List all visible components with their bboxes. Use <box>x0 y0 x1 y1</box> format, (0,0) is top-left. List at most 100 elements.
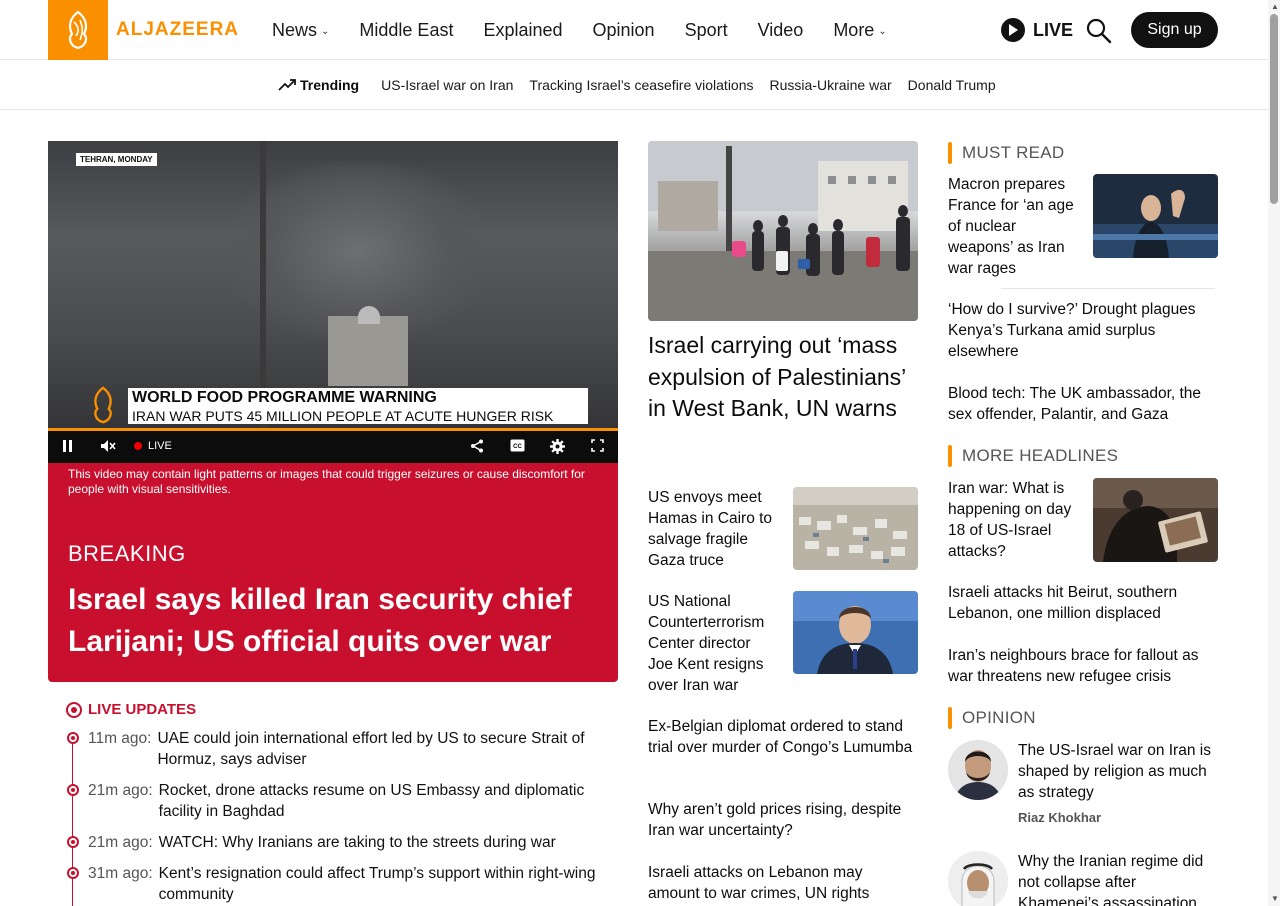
live-video-player[interactable]: TEHRAN, MONDAY WORLD FOOD PROGRAMME WARN… <box>48 141 618 463</box>
author-name[interactable]: Riaz Khokhar <box>1018 810 1101 825</box>
mute-icon[interactable] <box>100 439 116 456</box>
nav-label: More <box>833 19 875 40</box>
opinion-headline[interactable]: The US-Israel war on Iran is shaped by r… <box>1018 740 1218 803</box>
story-link[interactable]: ‘How do I survive?’ Drought plagues Keny… <box>948 299 1218 362</box>
nav-label: Video <box>757 19 804 40</box>
nav-item-video[interactable]: Video <box>758 20 804 41</box>
author-avatar <box>948 851 1008 906</box>
story-thumbnail[interactable] <box>793 487 918 570</box>
live-label: LIVE <box>1033 19 1074 40</box>
main-nav: News ⌄ Middle East Explained Opinion Spor… <box>272 0 917 60</box>
trending-bar: Trending US-Israel war on Iran Tracking … <box>0 61 1268 110</box>
breaking-news-card[interactable]: This video may contain light patterns or… <box>48 463 618 682</box>
nav-item-explained[interactable]: Explained <box>483 20 562 41</box>
live-updates-label: LIVE UPDATES <box>88 701 197 718</box>
live-button[interactable]: LIVE <box>1001 18 1073 42</box>
fullscreen-icon[interactable] <box>591 439 604 455</box>
section-label: OPINION <box>962 708 1036 727</box>
share-icon[interactable] <box>470 439 484 456</box>
update-text[interactable]: UAE could join international effort led … <box>157 728 597 770</box>
section-accent-bar <box>948 445 952 467</box>
video-controls: LIVE CC <box>48 431 618 463</box>
scroll-down-icon[interactable]: ▼ <box>1271 894 1279 903</box>
timeline-dot-icon <box>67 867 79 879</box>
seizure-warning: This video may contain light patterns or… <box>68 467 585 496</box>
play-icon <box>1001 18 1025 42</box>
update-time: 11m ago: <box>88 730 152 747</box>
story-card[interactable]: US envoys meet Hamas in Cairo to salvage… <box>648 487 918 571</box>
video-dome <box>358 306 380 324</box>
story-link[interactable]: Israeli attacks on Lebanon may amount to… <box>648 862 918 904</box>
nav-label: Middle East <box>359 19 454 40</box>
trending-up-icon <box>278 79 296 91</box>
update-time: 21m ago: <box>88 834 153 851</box>
update-text[interactable]: WATCH: Why Iranians are taking to the st… <box>159 832 599 853</box>
page-scrollbar[interactable]: ▲ ▼ <box>1268 0 1280 906</box>
nav-item-more[interactable]: More ⌄ <box>833 20 886 41</box>
breaking-headline[interactable]: Israel says killed Iran security chief L… <box>68 579 598 663</box>
trending-link[interactable]: Tracking Israel’s ceasefire violations <box>529 77 753 93</box>
live-update-item[interactable]: 11m ago: UAE could join international ef… <box>66 728 616 770</box>
live-dot-icon <box>134 442 142 450</box>
pause-icon[interactable] <box>62 439 74 456</box>
live-pulse-icon <box>66 701 82 718</box>
brand-wordmark[interactable]: ALJAZEERA <box>116 19 239 41</box>
story-thumbnail[interactable] <box>1093 174 1218 258</box>
trending-link[interactable]: Donald Trump <box>908 77 996 93</box>
update-time: 21m ago: <box>88 782 153 799</box>
settings-gear-icon[interactable] <box>550 439 565 457</box>
lead-story-headline[interactable]: Israel carrying out ‘mass expulsion of P… <box>648 330 918 425</box>
more-headlines-lead[interactable]: Iran war: What is happening on day 18 of… <box>948 478 1218 562</box>
video-headline-bottom: IRAN WAR PUTS 45 MILLION PEOPLE AT ACUTE… <box>128 408 588 424</box>
nav-item-news[interactable]: News ⌄ <box>272 20 329 41</box>
story-thumbnail[interactable] <box>1093 478 1218 562</box>
live-indicator-label: LIVE <box>148 440 172 452</box>
live-indicator: LIVE <box>134 440 172 452</box>
live-update-item[interactable]: 31m ago: Kent’s resignation could affect… <box>66 863 616 905</box>
story-thumbnail[interactable] <box>793 591 918 674</box>
trending-text: Trending <box>300 77 360 93</box>
story-link[interactable]: Ex-Belgian diplomat ordered to stand tri… <box>648 716 918 758</box>
update-text[interactable]: Kent’s resignation could affect Trump’s … <box>159 863 599 905</box>
trending-link[interactable]: US-Israel war on Iran <box>381 77 513 93</box>
author-avatar <box>948 740 1008 800</box>
chevron-down-icon: ⌄ <box>321 25 330 37</box>
story-headline[interactable]: US National Counterterrorism Center dire… <box>648 591 778 696</box>
story-card[interactable]: US National Counterterrorism Center dire… <box>648 591 918 695</box>
opinion-item[interactable]: The US-Israel war on Iran is shaped by r… <box>948 740 1218 830</box>
scroll-up-icon[interactable]: ▲ <box>1271 2 1279 11</box>
nav-item-opinion[interactable]: Opinion <box>593 20 655 41</box>
must-read-lead[interactable]: Macron prepares France for ‘an age of nu… <box>948 174 1218 278</box>
timeline-dot-icon <box>67 836 79 848</box>
captions-icon[interactable]: CC <box>510 439 525 455</box>
nav-item-middle-east[interactable]: Middle East <box>359 20 453 41</box>
video-building <box>328 316 408 386</box>
story-link[interactable]: Israeli attacks hit Beirut, southern Leb… <box>948 582 1218 624</box>
search-icon[interactable] <box>1086 18 1112 44</box>
opinion-headline[interactable]: Why the Iranian regime did not collapse … <box>1018 851 1218 906</box>
story-link[interactable]: Iran’s neighbours brace for fallout as w… <box>948 645 1218 687</box>
live-updates-header[interactable]: LIVE UPDATES <box>66 701 616 718</box>
opinion-item[interactable]: Why the Iranian regime did not collapse … <box>948 851 1218 906</box>
nav-item-sport[interactable]: Sport <box>685 20 728 41</box>
story-headline[interactable]: US envoys meet Hamas in Cairo to salvage… <box>648 487 778 571</box>
section-accent-bar <box>948 707 952 729</box>
update-text[interactable]: Rocket, drone attacks resume on US Embas… <box>159 780 599 822</box>
live-update-item[interactable]: 21m ago: WATCH: Why Iranians are taking … <box>66 832 616 853</box>
timeline-dot-icon <box>67 784 79 796</box>
scrollbar-thumb[interactable] <box>1270 14 1278 204</box>
nav-label: News <box>272 19 318 40</box>
story-link[interactable]: Why aren’t gold prices rising, despite I… <box>648 799 918 841</box>
aljazeera-logo-icon[interactable] <box>48 0 108 60</box>
live-updates-feed: LIVE UPDATES 11m ago: UAE could join int… <box>66 701 616 906</box>
more-headlines-header: MORE HEADLINES <box>948 445 1118 467</box>
story-headline[interactable]: Macron prepares France for ‘an age of nu… <box>948 174 1083 279</box>
lead-story-image[interactable] <box>648 141 918 321</box>
trending-link[interactable]: Russia-Ukraine war <box>770 77 892 93</box>
story-headline[interactable]: Iran war: What is happening on day 18 of… <box>948 478 1083 562</box>
live-update-item[interactable]: 21m ago: Rocket, drone attacks resume on… <box>66 780 616 822</box>
story-link[interactable]: Blood tech: The UK ambassador, the sex o… <box>948 383 1218 425</box>
update-time: 31m ago: <box>88 865 153 882</box>
video-headline-top: WORLD FOOD PROGRAMME WARNING <box>128 388 588 408</box>
sign-up-button[interactable]: Sign up <box>1131 12 1218 48</box>
